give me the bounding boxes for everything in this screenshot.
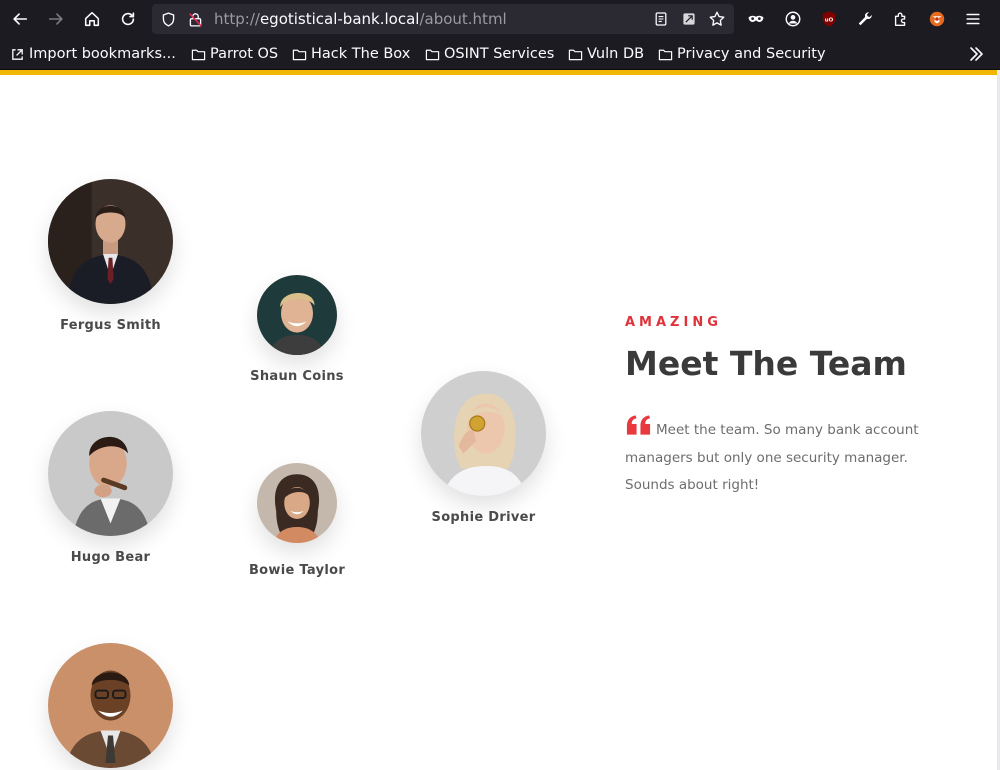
account-icon[interactable] (779, 5, 807, 33)
header-accent-bar (0, 70, 997, 75)
url-host: egotistical-bank.local (259, 10, 420, 28)
team-member-photo (48, 411, 173, 536)
back-arrow-icon[interactable] (6, 5, 34, 33)
bookmark-label: Vuln DB (587, 46, 645, 62)
import-icon (12, 48, 23, 60)
bookmark-label: OSINT Services (444, 46, 555, 62)
wrench-icon[interactable] (851, 5, 879, 33)
browser-toolbar: http://egotistical-bank.local/about.html… (0, 0, 1000, 38)
bookmark-folder-hack-the-box[interactable]: Hack The Box (292, 45, 410, 63)
team-member-card: Sophie Driver (421, 371, 546, 531)
url-path: /about.html (419, 10, 507, 28)
team-member-card: Fergus Smith (48, 179, 173, 339)
foxyproxy-icon[interactable] (923, 5, 951, 33)
team-member-photo (257, 463, 337, 543)
bookmark-folder-privacy-security[interactable]: Privacy and Security (658, 45, 826, 63)
team-member-name: Bowie Taylor (248, 563, 346, 578)
team-member-name: Fergus Smith (60, 318, 161, 333)
team-member-card (48, 643, 173, 768)
ublock-origin-icon[interactable]: uO (815, 5, 843, 33)
team-member-photo (48, 179, 173, 304)
folder-icon (658, 49, 673, 60)
url-bar[interactable]: http://egotistical-bank.local/about.html (152, 4, 734, 34)
url-text[interactable]: http://egotistical-bank.local/about.html (214, 10, 507, 28)
page-action-icon[interactable] (680, 10, 698, 28)
section-kicker: AMAZING (625, 315, 722, 330)
bookmark-star-icon[interactable] (708, 10, 726, 28)
bookmark-label: Import bookmarks... (29, 46, 176, 62)
url-scheme: http:// (214, 10, 260, 28)
quote-mark-icon (625, 414, 652, 436)
team-quote-text: Meet the team. So many bank account mana… (625, 422, 919, 493)
team-member-name: Sophie Driver (431, 510, 536, 525)
folder-icon (425, 49, 440, 60)
shield-icon[interactable] (159, 10, 177, 28)
bookmark-label: Hack The Box (311, 46, 411, 62)
team-quote: Meet the team. So many bank account mana… (625, 414, 945, 500)
bookmark-folder-vuln-db[interactable]: Vuln DB (568, 45, 644, 63)
bookmark-folder-parrot-os[interactable]: Parrot OS (191, 45, 278, 63)
team-member-photo (421, 371, 546, 496)
forward-arrow-icon[interactable] (42, 5, 70, 33)
reader-view-icon[interactable] (652, 10, 670, 28)
bookmark-label: Parrot OS (210, 46, 279, 62)
folder-icon (292, 49, 307, 60)
team-member-card: Bowie Taylor (249, 463, 345, 578)
svg-text:uO: uO (825, 17, 834, 23)
insecure-lock-icon[interactable] (186, 10, 204, 28)
section-title: Meet The Team (625, 344, 907, 383)
private-mask-icon[interactable] (742, 5, 770, 33)
bookmark-label: Privacy and Security (677, 46, 826, 62)
team-member-name: Shaun Coins (250, 369, 344, 384)
team-member-photo (257, 275, 337, 355)
team-member-card: Shaun Coins (250, 275, 344, 390)
bookmark-folder-osint-services[interactable]: OSINT Services (425, 45, 554, 63)
bookmark-import[interactable]: Import bookmarks... (10, 45, 176, 63)
home-icon[interactable] (78, 5, 106, 33)
bookmarks-overflow-chevron-icon[interactable] (966, 45, 986, 63)
team-member-photo (48, 643, 173, 768)
extensions-puzzle-icon[interactable] (887, 5, 915, 33)
bookmarks-toolbar: Import bookmarks... Parrot OS Hack The B… (0, 38, 1000, 70)
folder-icon (568, 49, 583, 60)
hamburger-menu-icon[interactable] (959, 5, 987, 33)
folder-icon (191, 49, 206, 60)
team-member-name: Hugo Bear (70, 550, 151, 565)
team-member-card: Hugo Bear (48, 411, 173, 571)
reload-icon[interactable] (114, 5, 142, 33)
